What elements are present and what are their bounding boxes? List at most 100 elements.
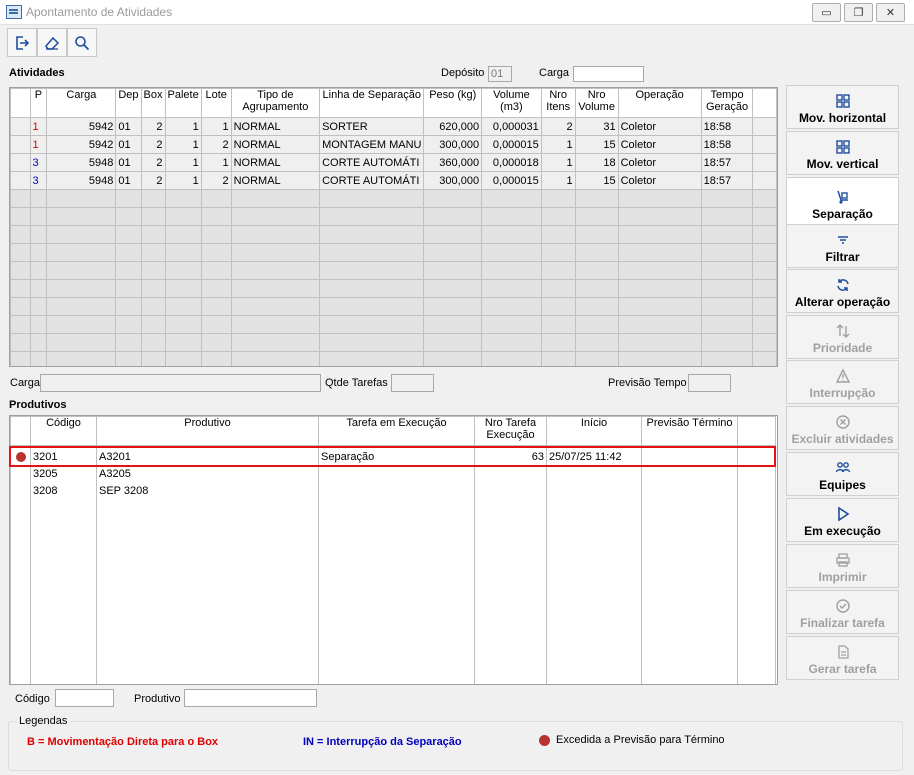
column-header-volume[interactable]: Volume (m3) (481, 88, 542, 118)
column-header-tarefa-em-execucao[interactable]: Tarefa em Execução (318, 416, 475, 446)
cell-operacao[interactable]: Coletor (617, 117, 702, 136)
mov-horizontal-button[interactable]: Mov. horizontal (786, 85, 899, 129)
cell-inicio[interactable] (546, 482, 642, 500)
cell-volume[interactable]: 0,000018 (481, 153, 542, 172)
cell-volume[interactable]: 0,000015 (481, 135, 542, 154)
column-header-nro-itens[interactable]: Nro Itens (540, 88, 576, 118)
cell-carga[interactable]: 5948 (46, 171, 117, 190)
clear-button[interactable] (37, 28, 67, 57)
cell-carga[interactable]: 5948 (46, 153, 117, 172)
cell-tempo-geracao[interactable]: 18:57 (700, 153, 754, 172)
cell-nro-volume[interactable]: 18 (574, 153, 619, 172)
cell-tempo-geracao[interactable]: 18:57 (700, 171, 754, 190)
cell-nro-itens[interactable]: 2 (540, 117, 576, 136)
mov-vertical-button[interactable]: Mov. vertical (786, 131, 899, 175)
column-header-carga[interactable]: Carga (46, 88, 117, 118)
column-header-nro-tarefa-execucao[interactable]: Nro Tarefa Execução (474, 416, 547, 446)
cell-volume[interactable]: 0,000031 (481, 117, 542, 136)
column-header-tipo-agrupamento[interactable]: Tipo de Agrupamento (230, 88, 321, 118)
cell-nro-volume[interactable]: 15 (574, 171, 619, 190)
cell-tempo-geracao[interactable]: 18:58 (700, 117, 754, 136)
column-header-peso[interactable]: Peso (kg) (423, 88, 483, 118)
cell-tipo-agrupamento[interactable]: NORMAL (230, 153, 321, 172)
cell-peso[interactable]: 300,000 (423, 135, 483, 154)
cell-lote[interactable]: 1 (200, 117, 232, 136)
cell-p[interactable]: 1 (29, 135, 48, 154)
em-execucao-button[interactable]: Em execução (786, 498, 899, 542)
cell-codigo[interactable]: 3201 (30, 445, 97, 466)
column-header-tempo-geracao[interactable]: Tempo Geração (700, 88, 754, 118)
cell-produtivo[interactable]: SEP 3208 (96, 482, 319, 500)
productive-row[interactable]: 3201 A3201 Separação 63 25/07/25 11:42 (10, 445, 776, 466)
cell-operacao[interactable]: Coletor (617, 153, 702, 172)
cell-box[interactable]: 2 (140, 117, 166, 136)
cell-produtivo[interactable]: A3205 (96, 465, 319, 483)
search-button[interactable] (67, 28, 97, 57)
cell-produtivo[interactable]: A3201 (96, 445, 319, 466)
column-header-codigo[interactable]: Código (30, 416, 97, 446)
cell-operacao[interactable]: Coletor (617, 171, 702, 190)
column-header-box[interactable]: Box (140, 88, 166, 118)
column-header-p[interactable]: P (29, 88, 48, 118)
activity-row[interactable]: 3 5948 01 2 1 1 NORMAL CORTE AUTOMÁTI 360,000 0,0… (10, 153, 777, 172)
produtivo-input[interactable] (184, 689, 317, 707)
productive-row[interactable]: 3205 A3205 (10, 465, 776, 483)
separacao-button[interactable]: Separação (786, 177, 899, 225)
cell-carga[interactable]: 5942 (46, 117, 117, 136)
restore-button[interactable]: ❐ (844, 3, 873, 22)
cell-nro-itens[interactable]: 1 (540, 153, 576, 172)
productive-row[interactable]: 3208 SEP 3208 (10, 482, 776, 500)
activity-row[interactable]: 1 5942 01 2 1 2 NORMAL MONTAGEM MANU 300,000 0,00… (10, 135, 777, 154)
column-header-previsao-termino[interactable]: Previsão Término (641, 416, 738, 446)
cell-palete[interactable]: 1 (164, 171, 202, 190)
activity-row[interactable]: 1 5942 01 2 1 1 NORMAL SORTER 620,000 0,000031 2 31… (10, 117, 777, 136)
cell-peso[interactable]: 300,000 (423, 171, 483, 190)
cell-dep[interactable]: 01 (115, 117, 142, 136)
cell-peso[interactable]: 620,000 (423, 117, 483, 136)
cell-tarefa-em-execucao[interactable] (318, 465, 475, 483)
filtrar-button[interactable]: Filtrar (786, 224, 899, 268)
cell-linha-separacao[interactable]: CORTE AUTOMÁTI (319, 171, 425, 190)
cell-previsao-termino[interactable] (641, 445, 738, 466)
column-header-linha-separacao[interactable]: Linha de Separação (319, 88, 425, 118)
cell-p[interactable]: 1 (29, 117, 48, 136)
cell-nro-volume[interactable]: 31 (574, 117, 619, 136)
cell-peso[interactable]: 360,000 (423, 153, 483, 172)
cell-nro-volume[interactable]: 15 (574, 135, 619, 154)
cell-tipo-agrupamento[interactable]: NORMAL (230, 117, 321, 136)
equipes-button[interactable]: Equipes (786, 452, 899, 496)
activities-grid[interactable]: P Carga Dep Box Palete Lote Tipo de Agrupament… (10, 88, 777, 366)
cell-box[interactable]: 2 (140, 135, 166, 154)
cell-p[interactable]: 3 (29, 153, 48, 172)
cell-lote[interactable]: 2 (200, 171, 232, 190)
activity-row[interactable]: 3 5948 01 2 1 2 NORMAL CORTE AUTOMÁTI 300,000 0,0… (10, 171, 777, 190)
column-header-nro-volume[interactable]: Nro Volume (574, 88, 619, 118)
cell-nro-itens[interactable]: 1 (540, 171, 576, 190)
cell-tempo-geracao[interactable]: 18:58 (700, 135, 754, 154)
cell-dep[interactable]: 01 (115, 153, 142, 172)
cell-tarefa-em-execucao[interactable]: Separação (318, 445, 475, 466)
products-grid[interactable]: Código Produtivo Tarefa em Execução Nro Tar… (10, 416, 776, 684)
cell-linha-separacao[interactable]: MONTAGEM MANU (319, 135, 425, 154)
column-header-lote[interactable]: Lote (200, 88, 232, 118)
cell-tipo-agrupamento[interactable]: NORMAL (230, 135, 321, 154)
cell-palete[interactable]: 1 (164, 135, 202, 154)
column-header-operacao[interactable]: Operação (617, 88, 702, 118)
cell-dep[interactable]: 01 (115, 171, 142, 190)
cell-linha-separacao[interactable]: SORTER (319, 117, 425, 136)
close-button[interactable]: ✕ (876, 3, 905, 22)
cell-nro-tarefa-execucao[interactable]: 63 (474, 445, 547, 466)
cell-box[interactable]: 2 (140, 171, 166, 190)
cell-palete[interactable]: 1 (164, 153, 202, 172)
cell-nro-itens[interactable]: 1 (540, 135, 576, 154)
cell-box[interactable]: 2 (140, 153, 166, 172)
codigo-input[interactable] (55, 689, 114, 707)
cell-lote[interactable]: 1 (200, 153, 232, 172)
cell-previsao-termino[interactable] (641, 465, 738, 483)
cell-p[interactable]: 3 (29, 171, 48, 190)
column-header-produtivo[interactable]: Produtivo (96, 416, 319, 446)
minimize-button[interactable]: ▭ (812, 3, 841, 22)
column-header-inicio[interactable]: Início (546, 416, 642, 446)
cell-carga[interactable]: 5942 (46, 135, 117, 154)
carga-input[interactable] (573, 66, 644, 82)
